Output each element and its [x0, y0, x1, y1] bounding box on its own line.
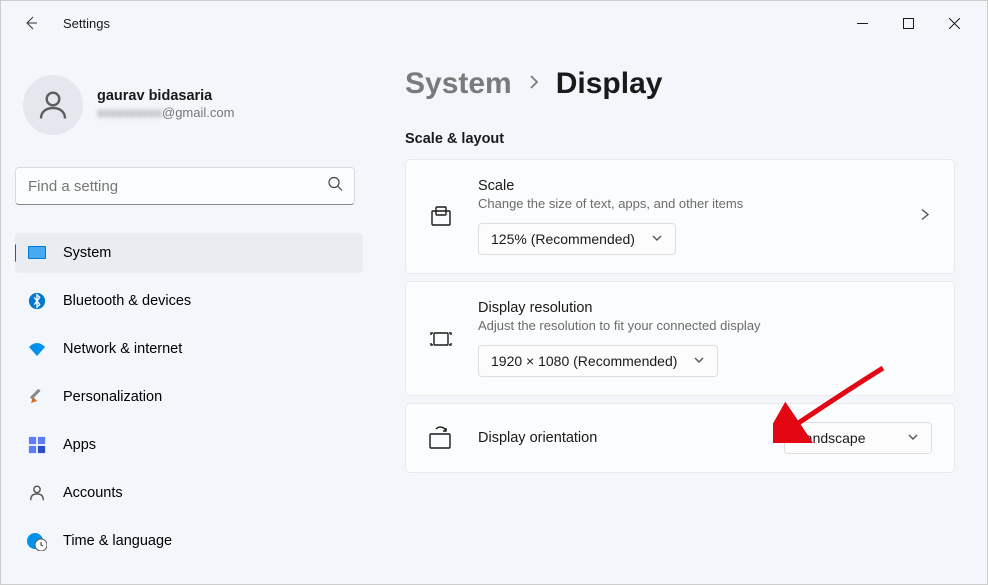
maximize-button[interactable]	[885, 7, 931, 39]
profile-name: gaurav bidasaria	[97, 88, 234, 104]
close-button[interactable]	[931, 7, 977, 39]
nav-list: System Bluetooth & devices Network & int…	[15, 233, 369, 584]
resolution-icon	[428, 326, 454, 352]
scale-desc: Change the size of text, apps, and other…	[478, 196, 932, 211]
profile-section[interactable]: gaurav bidasaria xxxxxxxxxx@gmail.com	[15, 45, 369, 159]
avatar	[23, 75, 83, 135]
orientation-icon	[428, 425, 454, 451]
nav-label: Network & internet	[63, 341, 182, 357]
main-content: System Display Scale & layout Scale Chan…	[369, 45, 987, 584]
section-heading: Scale & layout	[405, 131, 955, 147]
chevron-down-icon	[651, 231, 663, 247]
breadcrumb: System Display	[405, 67, 955, 101]
sidebar-item-bluetooth[interactable]: Bluetooth & devices	[15, 281, 363, 321]
paintbrush-icon	[27, 387, 47, 407]
chevron-down-icon	[693, 353, 705, 369]
resolution-desc: Adjust the resolution to fit your connec…	[478, 318, 932, 333]
nav-label: System	[63, 245, 111, 261]
sidebar-item-personalization[interactable]: Personalization	[15, 377, 363, 417]
orientation-card: Display orientation Landscape	[405, 403, 955, 473]
orientation-title: Display orientation	[478, 430, 760, 446]
back-icon[interactable]	[23, 15, 39, 31]
globe-clock-icon	[27, 531, 47, 551]
chevron-right-icon	[526, 74, 542, 95]
resolution-dropdown[interactable]: 1920 × 1080 (Recommended)	[478, 345, 718, 377]
search-input[interactable]	[15, 167, 355, 205]
nav-label: Personalization	[63, 389, 162, 405]
scale-title: Scale	[478, 178, 932, 194]
profile-email: xxxxxxxxxx@gmail.com	[97, 104, 234, 122]
apps-icon	[27, 435, 47, 455]
minimize-button[interactable]	[839, 7, 885, 39]
scale-card[interactable]: Scale Change the size of text, apps, and…	[405, 159, 955, 274]
accounts-icon	[27, 483, 47, 503]
breadcrumb-parent[interactable]: System	[405, 67, 512, 101]
resolution-card: Display resolution Adjust the resolution…	[405, 281, 955, 396]
sidebar-item-accounts[interactable]: Accounts	[15, 473, 363, 513]
nav-label: Accounts	[63, 485, 123, 501]
sidebar-item-time[interactable]: Time & language	[15, 521, 363, 561]
sidebar-item-system[interactable]: System	[15, 233, 363, 273]
search-icon	[327, 176, 343, 197]
orientation-dropdown[interactable]: Landscape	[784, 422, 932, 454]
bluetooth-icon	[27, 291, 47, 311]
nav-label: Time & language	[63, 533, 172, 549]
system-icon	[27, 243, 47, 263]
sidebar-item-apps[interactable]: Apps	[15, 425, 363, 465]
wifi-icon	[27, 339, 47, 359]
window-controls	[839, 7, 977, 39]
sidebar-item-network[interactable]: Network & internet	[15, 329, 363, 369]
breadcrumb-current: Display	[556, 67, 663, 101]
scale-dropdown[interactable]: 125% (Recommended)	[478, 223, 676, 255]
titlebar: Settings	[1, 1, 987, 45]
scale-icon	[428, 205, 454, 229]
search-wrapper	[15, 167, 355, 205]
nav-label: Bluetooth & devices	[63, 293, 191, 309]
chevron-down-icon	[907, 430, 919, 446]
resolution-title: Display resolution	[478, 300, 932, 316]
chevron-right-icon	[918, 207, 932, 226]
sidebar: gaurav bidasaria xxxxxxxxxx@gmail.com	[1, 45, 369, 584]
nav-label: Apps	[63, 437, 96, 453]
app-title: Settings	[63, 16, 110, 31]
